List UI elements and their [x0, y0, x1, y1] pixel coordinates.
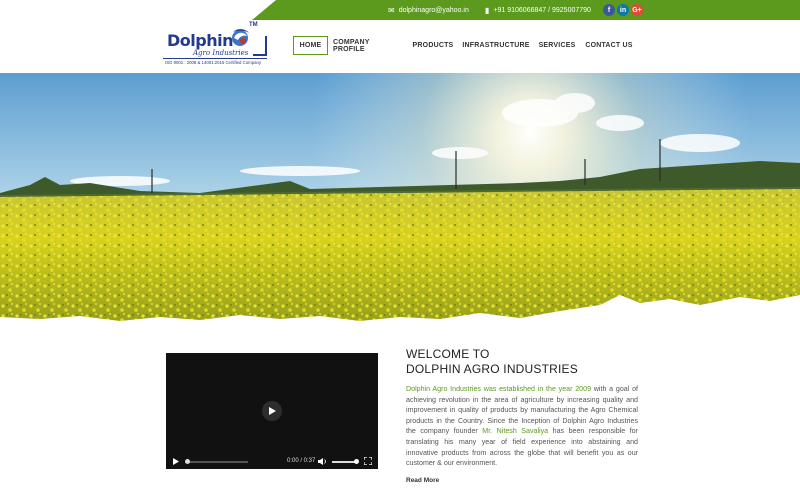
email-text: dolphinagro@yahoo.in — [398, 6, 469, 14]
rapeseed-field-image — [0, 73, 800, 331]
nav-home[interactable]: HOME — [293, 36, 328, 55]
contact-phone[interactable]: ▮ +91 9106066847 / 9925007790 — [485, 0, 591, 20]
contact-email[interactable]: ✉ dolphinagro@yahoo.in — [388, 0, 469, 20]
video-player[interactable]: 0:00 / 0:37 — [166, 353, 378, 469]
volume-icon[interactable] — [318, 458, 327, 465]
logo-subtitle: Agro Industries — [193, 49, 249, 57]
dolphin-globe-icon — [232, 29, 249, 46]
logo-divider — [163, 58, 267, 59]
nav-products[interactable]: PRODUCTS — [410, 36, 456, 55]
read-more-link[interactable]: Read More — [406, 477, 439, 484]
play-control-icon[interactable] — [173, 458, 179, 465]
volume-handle[interactable] — [354, 459, 359, 464]
play-icon — [269, 407, 276, 415]
intro-highlight: Dolphin Agro Industries was established … — [406, 385, 592, 393]
nav-contact-us[interactable]: CONTACT US — [585, 36, 633, 55]
phone-text: +91 9106066847 / 9925007790 — [493, 6, 591, 14]
video-controls: 0:00 / 0:37 — [166, 454, 378, 469]
video-progress-track[interactable] — [186, 461, 248, 463]
nav-infrastructure[interactable]: INFRASTRUCTURE — [462, 36, 529, 55]
hero-banner — [0, 73, 800, 331]
nav-company-profile[interactable]: COMPANY PROFILE — [333, 36, 403, 55]
google-plus-icon[interactable]: G+ — [631, 4, 643, 16]
logo-wordmark: Dolphin — [167, 31, 233, 50]
founder-name: Mr. Nitesh Savaliya — [482, 427, 549, 436]
facebook-icon[interactable]: f — [603, 4, 615, 16]
welcome-heading: WELCOME TO DOLPHIN AGRO INDUSTRIES — [406, 347, 578, 376]
fullscreen-icon[interactable] — [364, 457, 372, 465]
mobile-phone-icon: ▮ — [485, 5, 490, 15]
intro-paragraph: Dolphin Agro Industries was established … — [406, 385, 638, 468]
play-overlay-button[interactable] — [262, 401, 282, 421]
company-logo[interactable]: Dolphin TM Agro Industries ISO 9001 : 20… — [163, 22, 269, 68]
top-bar-logo-area — [0, 0, 252, 20]
video-progress-handle[interactable] — [185, 459, 190, 464]
nav-services[interactable]: SERVICES — [537, 36, 577, 55]
logo-bracket — [253, 36, 267, 56]
envelope-icon: ✉ — [388, 5, 395, 15]
video-time: 0:00 / 0:37 — [287, 458, 316, 464]
logo-trademark: TM — [249, 22, 258, 28]
linkedin-icon[interactable]: in — [617, 4, 629, 16]
logo-iso-text: ISO 9001 : 2008 & 14001:2015 Certified C… — [165, 60, 262, 65]
